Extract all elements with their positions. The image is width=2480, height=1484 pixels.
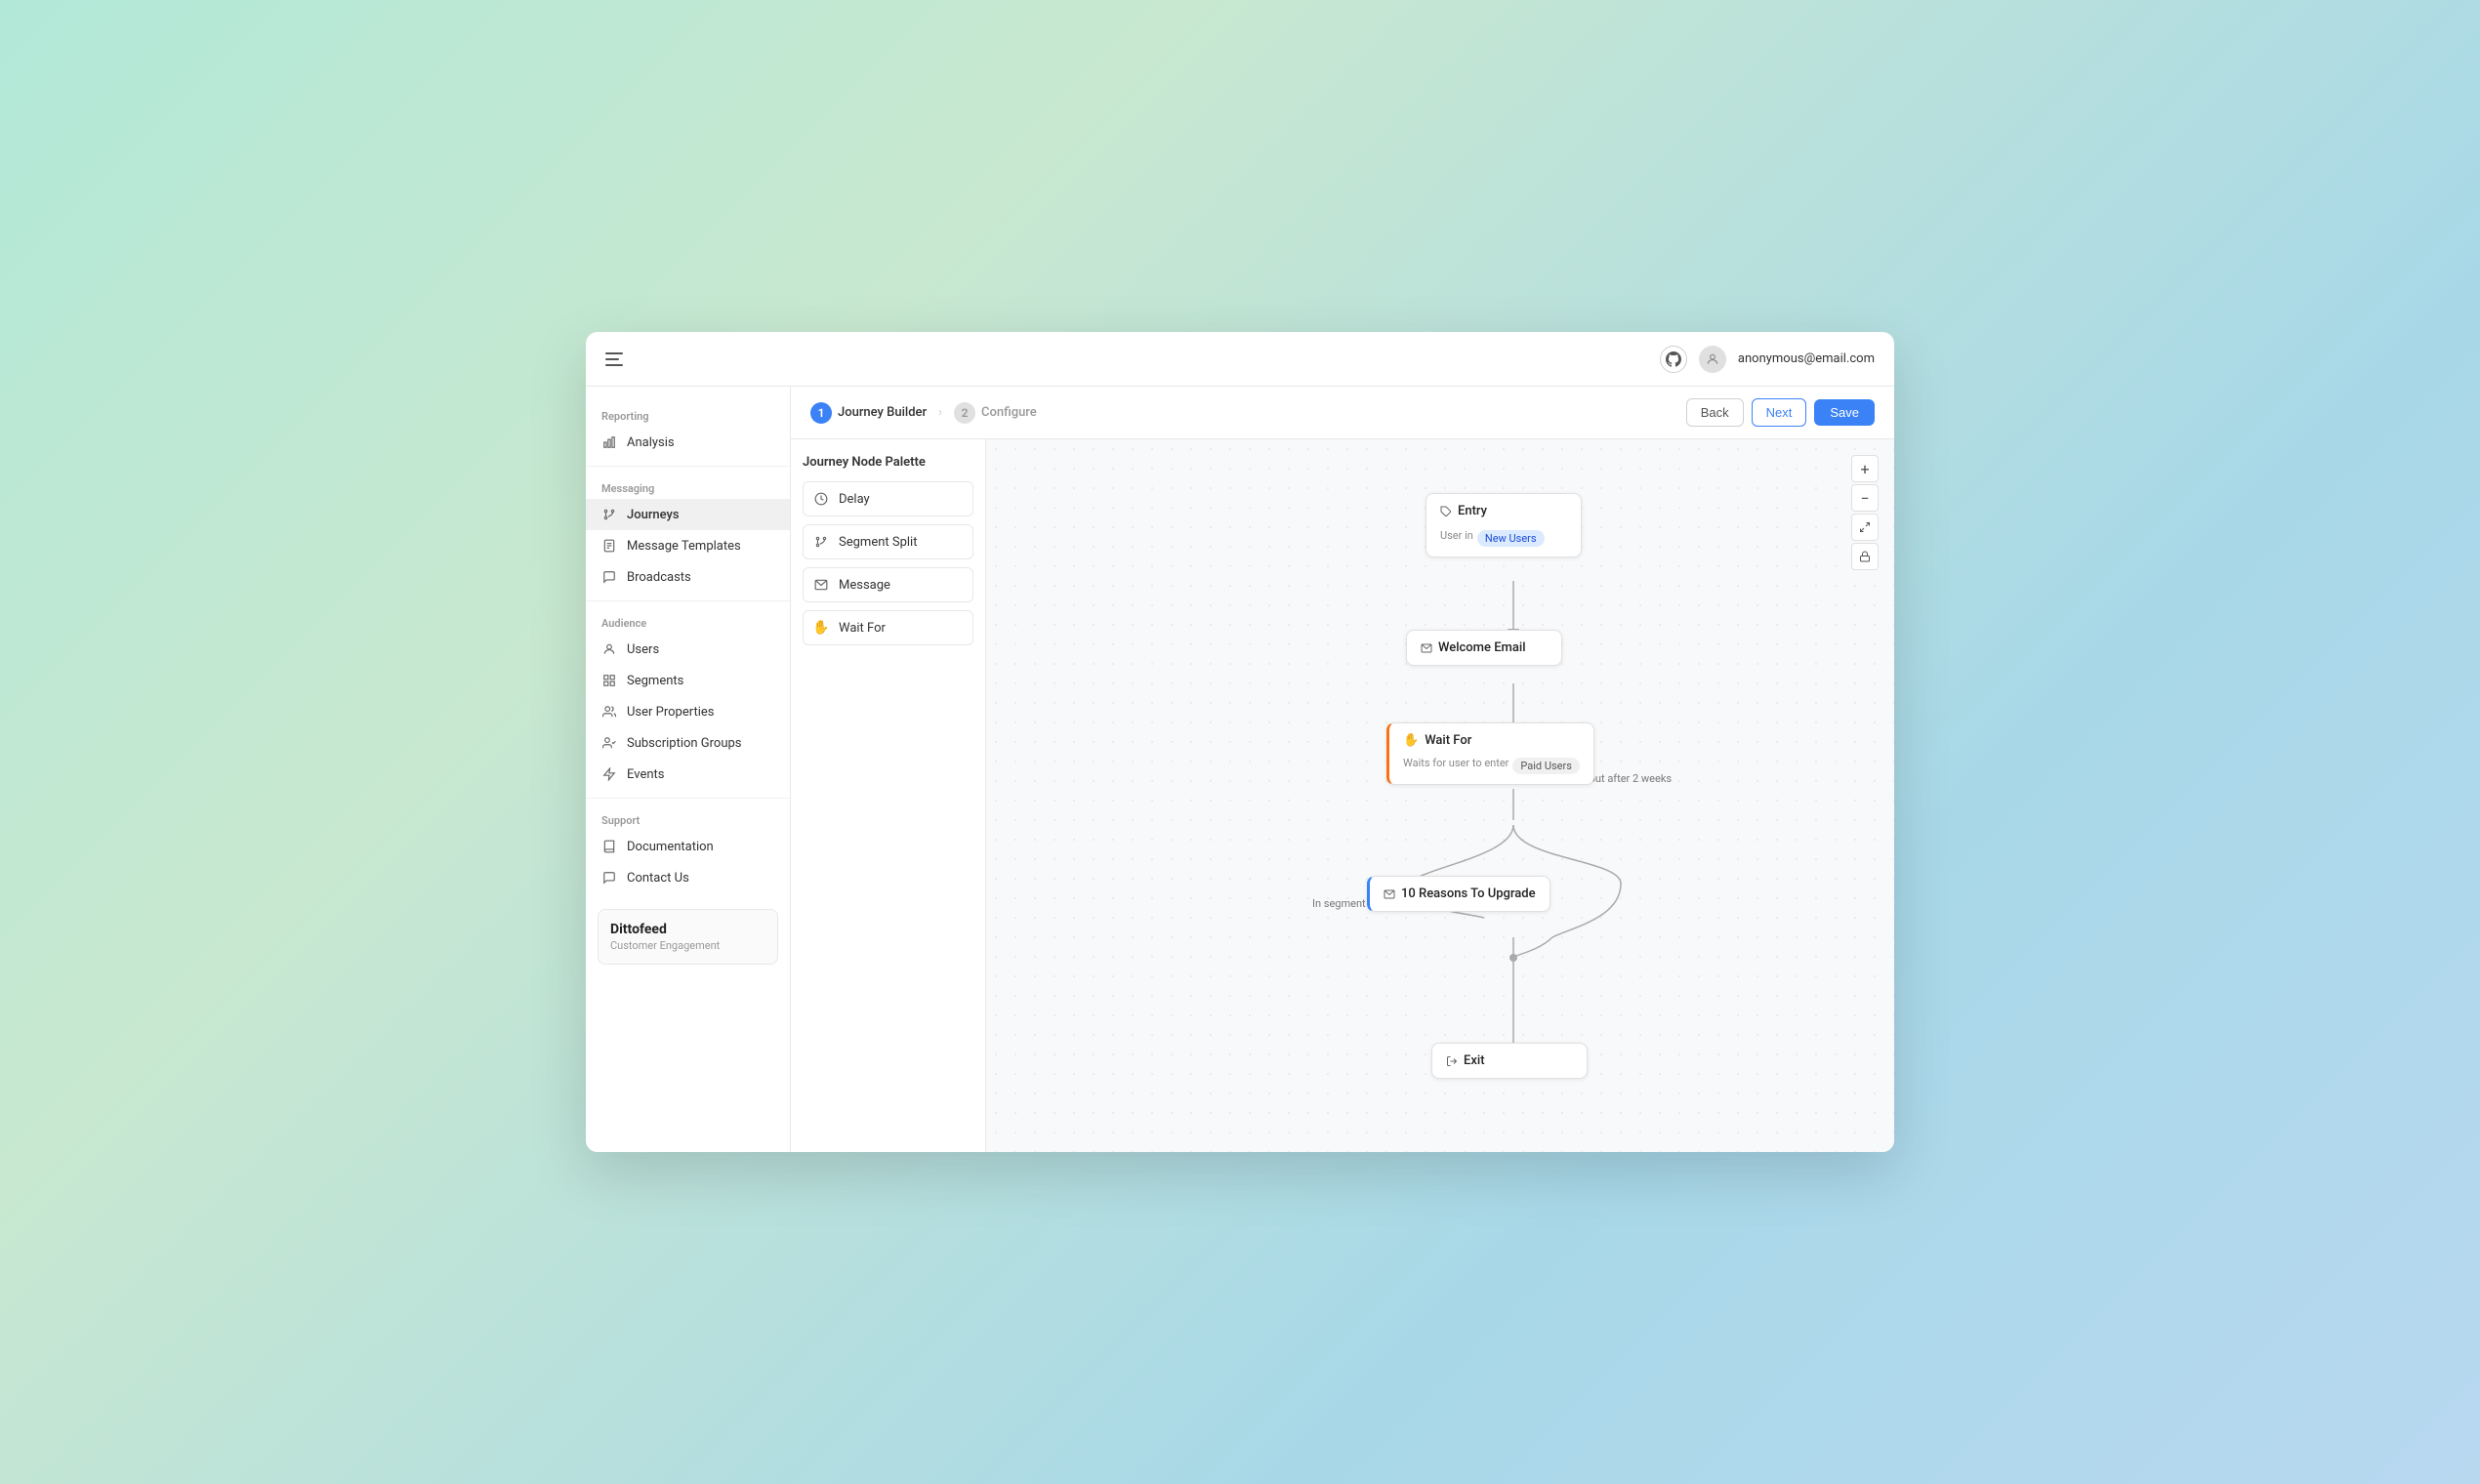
clock-icon <box>813 491 829 507</box>
palette-item-message[interactable]: Message <box>803 567 973 602</box>
file-text-icon <box>601 538 617 554</box>
git-fork-icon <box>813 534 829 550</box>
sidebar-section-messaging: Messaging <box>586 474 790 499</box>
sidebar-item-analysis[interactable]: Analysis <box>586 427 790 458</box>
chart-bar-icon <box>601 434 617 450</box>
sidebar-section-support: Support <box>586 806 790 831</box>
header-left <box>605 350 625 369</box>
menu-icon[interactable] <box>605 350 625 369</box>
entry-badge: New Users <box>1477 530 1545 547</box>
sidebar-item-message-templates[interactable]: Message Templates <box>586 530 790 561</box>
toolbar: 1 Journey Builder › 2 Configure Back Nex… <box>791 387 1894 439</box>
git-branch-icon <box>601 507 617 522</box>
sidebar-label-user-properties: User Properties <box>627 705 715 720</box>
sidebar-item-segments[interactable]: Segments <box>586 665 790 696</box>
sidebar-label-segments: Segments <box>627 674 683 688</box>
canvas-wrapper: Journey Node Palette Delay <box>791 439 1894 1152</box>
palette-title: Journey Node Palette <box>803 455 973 470</box>
sidebar-label-subscription-groups: Subscription Groups <box>627 736 742 751</box>
sidebar-item-events[interactable]: Events <box>586 759 790 790</box>
wait-for-badge: Paid Users <box>1512 758 1580 774</box>
node-10reasons-title: 10 Reasons To Upgrade <box>1384 886 1536 901</box>
step2-indicator: 2 Configure <box>954 402 1037 424</box>
node-waitfor-title: ✋ Wait For <box>1403 733 1580 748</box>
github-icon[interactable] <box>1660 346 1687 373</box>
palette-label-message: Message <box>839 578 890 593</box>
node-welcome-email[interactable]: Welcome Email <box>1406 630 1562 666</box>
main-layout: Reporting Analysis Messaging <box>586 387 1894 1152</box>
message-circle-icon <box>601 870 617 886</box>
node-entry[interactable]: Entry User in New Users <box>1426 493 1582 557</box>
book-icon <box>601 839 617 854</box>
node-wait-for[interactable]: ✋ Wait For Waits for user to enter Paid … <box>1386 722 1594 785</box>
sidebar-item-user-properties[interactable]: User Properties <box>586 696 790 727</box>
sidebar-section-audience: Audience <box>586 609 790 634</box>
sidebar-label-events: Events <box>627 767 664 782</box>
sidebar-label-broadcasts: Broadcasts <box>627 570 691 585</box>
sidebar-item-broadcasts[interactable]: Broadcasts <box>586 561 790 593</box>
step1-indicator: 1 Journey Builder <box>810 402 927 424</box>
merge-point <box>1509 954 1517 962</box>
sidebar-item-contact-us[interactable]: Contact Us <box>586 862 790 893</box>
palette-label-wait-for: Wait For <box>839 621 886 636</box>
step-separator: › <box>938 405 942 420</box>
entry-badge-prefix: User in <box>1440 529 1473 542</box>
node-entry-title: Entry <box>1440 504 1567 518</box>
zoom-out-button[interactable]: − <box>1851 484 1879 512</box>
fit-button[interactable] <box>1851 514 1879 541</box>
lock-button[interactable] <box>1851 543 1879 570</box>
sidebar-label-users: Users <box>627 642 659 657</box>
brand-subtitle: Customer Engagement <box>610 939 765 952</box>
node-waitfor-subtext: Waits for user to enter Paid Users <box>1403 752 1580 774</box>
sidebar-item-documentation[interactable]: Documentation <box>586 831 790 862</box>
hand-icon: ✋ <box>813 620 829 636</box>
palette-panel: Journey Node Palette Delay <box>791 439 986 1152</box>
user-check-icon <box>601 735 617 751</box>
header: anonymous@email.com <box>586 332 1894 387</box>
save-button[interactable]: Save <box>1814 399 1875 426</box>
path-label-in-segment: In segment <box>1308 896 1370 911</box>
user-avatar[interactable] <box>1699 346 1726 373</box>
zap-icon <box>601 766 617 782</box>
palette-label-delay: Delay <box>839 492 870 507</box>
user-email: anonymous@email.com <box>1738 351 1875 366</box>
sidebar-item-journeys[interactable]: Journeys <box>586 499 790 530</box>
grid-icon <box>601 673 617 688</box>
node-welcome-title: Welcome Email <box>1421 640 1548 655</box>
app-window: anonymous@email.com Reporting Analysis M… <box>586 332 1894 1152</box>
palette-item-delay[interactable]: Delay <box>803 481 973 516</box>
brand-name: Dittofeed <box>610 922 765 937</box>
step1-number: 1 <box>810 402 832 424</box>
sidebar-section-reporting: Reporting <box>586 402 790 427</box>
sidebar-label-documentation: Documentation <box>627 840 714 854</box>
sidebar-label-contact-us: Contact Us <box>627 871 689 886</box>
sidebar-item-subscription-groups[interactable]: Subscription Groups <box>586 727 790 759</box>
node-10-reasons[interactable]: 10 Reasons To Upgrade <box>1367 876 1550 912</box>
next-button[interactable]: Next <box>1752 398 1807 427</box>
megaphone-icon <box>601 569 617 585</box>
sidebar-label-analysis: Analysis <box>627 435 675 450</box>
zoom-in-button[interactable]: + <box>1851 455 1879 482</box>
palette-label-segment-split: Segment Split <box>839 535 917 550</box>
node-exit-title: Exit <box>1446 1053 1573 1068</box>
user-icon <box>601 641 617 657</box>
mail-icon <box>813 577 829 593</box>
users-icon <box>601 704 617 720</box>
back-button[interactable]: Back <box>1686 398 1744 427</box>
sidebar-brand: Dittofeed Customer Engagement <box>598 909 778 965</box>
canvas-controls: + − <box>1851 455 1879 570</box>
node-exit[interactable]: Exit <box>1431 1043 1588 1079</box>
sidebar: Reporting Analysis Messaging <box>586 387 791 1152</box>
palette-item-segment-split[interactable]: Segment Split <box>803 524 973 559</box>
step2-label: Configure <box>981 405 1037 420</box>
step1-label: Journey Builder <box>838 405 927 420</box>
sidebar-item-users[interactable]: Users <box>586 634 790 665</box>
flow-canvas: Entry User in New Users W <box>986 439 1894 1152</box>
sidebar-label-journeys: Journeys <box>627 508 680 522</box>
content-area: 1 Journey Builder › 2 Configure Back Nex… <box>791 387 1894 1152</box>
header-right: anonymous@email.com <box>1660 346 1875 373</box>
palette-item-wait-for[interactable]: ✋ Wait For <box>803 610 973 645</box>
step2-number: 2 <box>954 402 975 424</box>
sidebar-label-message-templates: Message Templates <box>627 539 741 554</box>
